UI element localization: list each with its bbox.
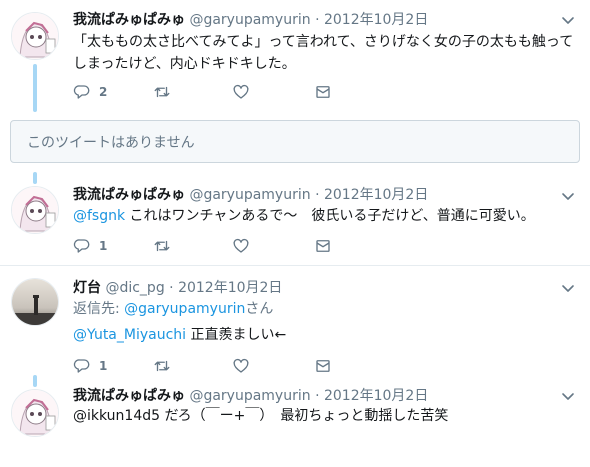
tweet-body: これはワンチャンあるで～ 彼氏いる子だけど、普通に可愛い。	[125, 208, 535, 224]
user-handle[interactable]: @garyupamyurin	[189, 12, 310, 28]
tweet-header: 我流ぱみゅぱみゅ @garyupamyurin · 2012年10月2日	[73, 11, 428, 29]
replying-to-line: 返信先: @garyupamyurinさん	[73, 298, 273, 320]
retweet-button[interactable]	[153, 82, 171, 102]
like-button[interactable]	[232, 356, 250, 376]
dm-icon	[316, 240, 330, 252]
reply-count: 1	[99, 359, 108, 373]
reply-count: 2	[99, 85, 108, 99]
caret-down-icon[interactable]	[560, 388, 576, 404]
unavailable-tweet-notice: このツイートはありません	[10, 120, 580, 163]
tweet-text: @Yuta_Miyauchi 正直羨ましい←	[73, 324, 286, 346]
tweet-divider	[0, 265, 590, 266]
tweet-header: 灯台 @dic_pg · 2012年10月2日	[73, 279, 282, 297]
retweet-button[interactable]	[153, 236, 171, 256]
display-name[interactable]: 我流ぱみゅぱみゅ	[73, 187, 185, 203]
tweet-actions: 2	[73, 82, 343, 102]
separator-dot: ·	[315, 12, 320, 28]
tweet-header: 我流ぱみゅぱみゅ @garyupamyurin · 2012年10月2日	[73, 387, 428, 405]
reply-count: 1	[99, 239, 108, 253]
thread-connector-line	[33, 64, 37, 112]
mention-link[interactable]: @Yuta_Miyauchi	[73, 327, 186, 343]
reply-icon	[73, 239, 90, 253]
reply-button[interactable]: 2	[73, 82, 107, 102]
thread-connector-line	[33, 375, 37, 387]
thread-connector-line	[33, 172, 37, 184]
retweet-icon	[154, 240, 170, 252]
like-icon	[233, 358, 249, 373]
dm-button[interactable]	[314, 356, 332, 376]
replying-to-label: 返信先:	[73, 301, 125, 317]
retweet-icon	[154, 360, 170, 372]
tweet-date[interactable]: 2012年10月2日	[324, 187, 428, 203]
display-name[interactable]: 我流ぱみゅぱみゅ	[73, 12, 185, 28]
like-icon	[233, 84, 249, 99]
dm-button[interactable]	[314, 82, 332, 102]
dm-icon	[316, 86, 330, 98]
tweet-text: @fsgnk これはワンチャンあるで～ 彼氏いる子だけど、普通に可愛い。	[73, 205, 535, 227]
dm-button[interactable]	[314, 236, 332, 256]
tweet-actions: 1	[73, 356, 343, 376]
separator-dot: ·	[315, 187, 320, 203]
caret-down-icon[interactable]	[560, 12, 576, 28]
like-icon	[233, 238, 249, 253]
mention-link[interactable]: @fsgnk	[73, 208, 125, 224]
retweet-button[interactable]	[153, 356, 171, 376]
tweet-date[interactable]: 2012年10月2日	[324, 388, 428, 404]
tweet-header: 我流ぱみゅぱみゅ @garyupamyurin · 2012年10月2日	[73, 186, 428, 204]
caret-down-icon[interactable]	[560, 280, 576, 296]
avatar[interactable]	[11, 12, 59, 60]
avatar[interactable]	[11, 389, 59, 437]
avatar[interactable]	[11, 278, 59, 326]
dm-icon	[316, 360, 330, 372]
tweet-date[interactable]: 2012年10月2日	[324, 12, 428, 28]
tweet-text-line-2: しまったけど、内心ドキドキした。	[73, 56, 296, 72]
tweet-text-line-1: 「太ももの太さ比べてみてよ」って言われて、さりげなく女の子の太もも触って	[73, 34, 574, 50]
reply-icon	[73, 359, 90, 373]
user-handle[interactable]: @garyupamyurin	[189, 388, 310, 404]
replying-to-link[interactable]: @garyupamyurin	[124, 301, 245, 317]
reply-button[interactable]: 1	[73, 356, 107, 376]
display-name[interactable]: 我流ぱみゅぱみゅ	[73, 388, 185, 404]
user-handle[interactable]: @garyupamyurin	[189, 187, 310, 203]
separator-dot: ·	[315, 388, 320, 404]
tweet-actions: 1	[73, 236, 343, 256]
display-name[interactable]: 灯台	[73, 280, 101, 296]
avatar[interactable]	[11, 186, 59, 234]
tweet-text: @ikkun14d5 だろ（￣ー+￣） 最初ちょっと動揺した苦笑	[73, 408, 449, 424]
replying-to-suffix: さん	[245, 301, 274, 317]
separator-dot: ·	[169, 280, 174, 296]
like-button[interactable]	[232, 82, 250, 102]
tweet-date[interactable]: 2012年10月2日	[178, 280, 282, 296]
user-handle[interactable]: @dic_pg	[105, 280, 164, 296]
tweet-thread: 我流ぱみゅぱみゅ @garyupamyurin · 2012年10月2日 「太も…	[0, 0, 590, 467]
retweet-icon	[154, 86, 170, 98]
like-button[interactable]	[232, 236, 250, 256]
caret-down-icon[interactable]	[560, 188, 576, 204]
tweet-body: 正直羨ましい←	[186, 327, 287, 343]
reply-icon	[73, 85, 90, 99]
reply-button[interactable]: 1	[73, 236, 107, 256]
